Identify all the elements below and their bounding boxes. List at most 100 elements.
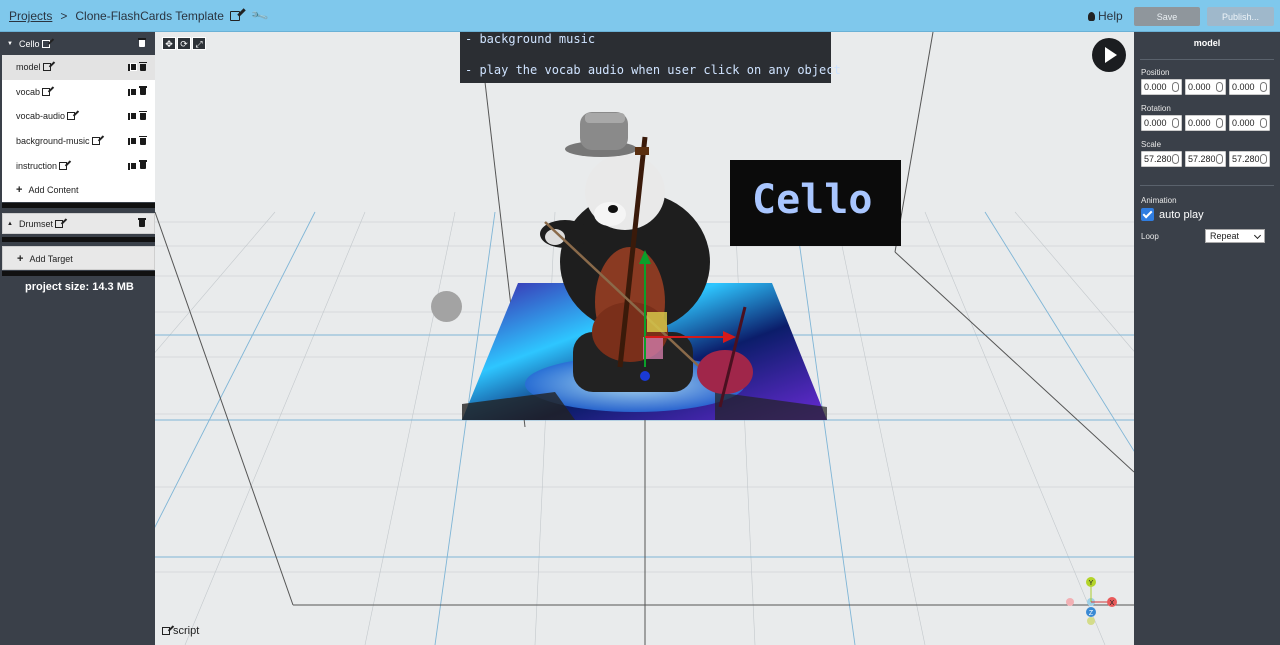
target-name: Cello — [19, 39, 40, 49]
autoplay-label: auto play — [1159, 208, 1204, 221]
loop-select[interactable]: Repeat — [1205, 229, 1265, 243]
breadcrumb-separator: > — [60, 9, 68, 23]
edit-icon[interactable] — [59, 161, 68, 170]
scale-label: Scale — [1141, 140, 1162, 149]
top-bar: Projects > Clone-FlashCards Template 🔧 Hel… — [0, 0, 1280, 32]
trash-icon[interactable] — [139, 61, 147, 71]
play-button[interactable] — [1092, 38, 1126, 72]
expand-triangle-icon[interactable]: ▲ — [7, 221, 13, 227]
axis-gizmo[interactable]: Y X Z — [1066, 577, 1117, 625]
autoplay-checkbox[interactable]: auto play — [1141, 208, 1204, 221]
content-label: background-music — [16, 136, 90, 147]
target-name: Drumset — [19, 219, 54, 229]
copy-icon[interactable] — [128, 63, 137, 71]
collapse-triangle-icon[interactable]: ▼ — [7, 41, 13, 47]
content-item-model[interactable]: model — [2, 55, 155, 80]
copy-icon[interactable] — [128, 161, 137, 170]
spinner-icon[interactable] — [1260, 82, 1267, 92]
edit-icon[interactable] — [41, 40, 50, 48]
trash-icon[interactable] — [139, 160, 147, 170]
target-row-drumset[interactable]: ▲ Drumset — [2, 213, 155, 234]
instruction-line: - play the vocab audio when user click o… — [465, 63, 841, 77]
copy-icon[interactable] — [128, 137, 137, 146]
copy-icon[interactable] — [128, 112, 137, 121]
content-item-background-music[interactable]: background-music — [2, 129, 155, 154]
trash-icon[interactable] — [138, 38, 146, 47]
transform-toolbar: ✥ ⟳ ⤢ — [162, 37, 206, 50]
vocab-card-text: Cello — [752, 177, 873, 223]
position-label: Position — [1141, 68, 1170, 77]
edit-icon[interactable] — [42, 63, 51, 71]
wrench-icon[interactable]: 🔧 — [249, 6, 269, 26]
scene-canvas[interactable]: Y X Z — [155, 32, 1134, 645]
inspector-panel: model Position 0.000 0.000 0.000 Rotatio… — [1134, 32, 1280, 645]
edit-icon[interactable] — [230, 11, 241, 21]
spinner-icon[interactable] — [1216, 118, 1223, 128]
add-target-label: Add Target — [29, 254, 73, 264]
divider — [1140, 185, 1274, 186]
content-label: vocab — [16, 86, 41, 97]
move-tool-icon[interactable]: ✥ — [162, 37, 176, 50]
content-item-instruction[interactable]: instruction — [2, 154, 155, 179]
edit-icon[interactable] — [55, 220, 64, 228]
edit-icon[interactable] — [42, 87, 51, 96]
left-sidebar: ▼ Cello model vocab vocab-audio backgrou… — [0, 32, 155, 645]
scale-inputs: 57.280 57.280 57.280 — [1141, 151, 1270, 167]
trash-icon[interactable] — [139, 135, 147, 145]
divider — [1140, 59, 1274, 60]
position-x-input[interactable]: 0.000 — [1141, 79, 1182, 95]
instruction-panel: - background music - play the vocab audi… — [460, 32, 841, 83]
copy-icon[interactable] — [128, 87, 137, 96]
rotation-x-input[interactable]: 0.000 — [1141, 115, 1182, 131]
divider — [2, 203, 155, 208]
scale-tool-icon[interactable]: ⤢ — [192, 37, 206, 50]
script-link[interactable]: script — [162, 625, 199, 637]
scale-y-input[interactable]: 57.280 — [1185, 151, 1226, 167]
spinner-icon[interactable] — [1172, 118, 1179, 128]
content-list: model vocab vocab-audio background-music… — [2, 55, 155, 203]
rotation-z-input[interactable]: 0.000 — [1229, 115, 1270, 131]
edit-icon[interactable] — [67, 112, 76, 121]
spinner-icon[interactable] — [1172, 82, 1179, 92]
3d-viewport[interactable]: Y X Z ✥ ⟳ ⤢ - background music - play th… — [155, 32, 1134, 645]
spinner-icon[interactable] — [1216, 82, 1223, 92]
add-content-button[interactable]: + Add Content — [2, 178, 155, 202]
spinner-icon[interactable] — [1172, 154, 1179, 164]
scale-z-input[interactable]: 57.280 — [1229, 151, 1270, 167]
trash-icon[interactable] — [139, 86, 147, 96]
script-label-text: script — [173, 625, 200, 637]
gizmo-z-label: Z — [1089, 610, 1094, 617]
help-link[interactable]: Help — [1088, 9, 1123, 23]
target-row-cello[interactable]: ▼ Cello — [2, 33, 155, 54]
add-content-label: Add Content — [28, 185, 79, 196]
vocab-card[interactable]: Cello — [730, 160, 901, 246]
help-label: Help — [1098, 9, 1123, 23]
edit-icon[interactable] — [91, 137, 100, 146]
scale-x-input[interactable]: 57.280 — [1141, 151, 1182, 167]
checkbox-checked-icon[interactable] — [1141, 208, 1154, 221]
instruction-line: - background music — [465, 32, 596, 46]
publish-button[interactable]: Publish... — [1207, 7, 1274, 26]
position-z-input[interactable]: 0.000 — [1229, 79, 1270, 95]
position-y-input[interactable]: 0.000 — [1185, 79, 1226, 95]
inspector-title: model — [1193, 38, 1221, 48]
edit-icon — [162, 627, 170, 635]
spinner-icon[interactable] — [1260, 118, 1267, 128]
audio-object-dot[interactable] — [431, 291, 462, 322]
rotate-tool-icon[interactable]: ⟳ — [177, 37, 191, 50]
content-label: vocab-audio — [16, 111, 66, 122]
add-target-button[interactable]: + Add Target — [2, 246, 155, 270]
spinner-icon[interactable] — [1216, 154, 1223, 164]
trash-icon[interactable] — [139, 110, 147, 120]
plus-icon: + — [16, 184, 23, 197]
save-button[interactable]: Save — [1134, 7, 1200, 26]
trash-icon[interactable] — [138, 218, 146, 227]
rotation-label: Rotation — [1141, 104, 1171, 113]
spinner-icon[interactable] — [1260, 154, 1267, 164]
content-item-vocab[interactable]: vocab — [2, 80, 155, 105]
gizmo-y-label: Y — [1089, 580, 1094, 587]
rotation-y-input[interactable]: 0.000 — [1185, 115, 1226, 131]
projects-link[interactable]: Projects — [9, 9, 52, 23]
plus-icon: + — [17, 253, 24, 265]
content-item-vocab-audio[interactable]: vocab-audio — [2, 104, 155, 129]
